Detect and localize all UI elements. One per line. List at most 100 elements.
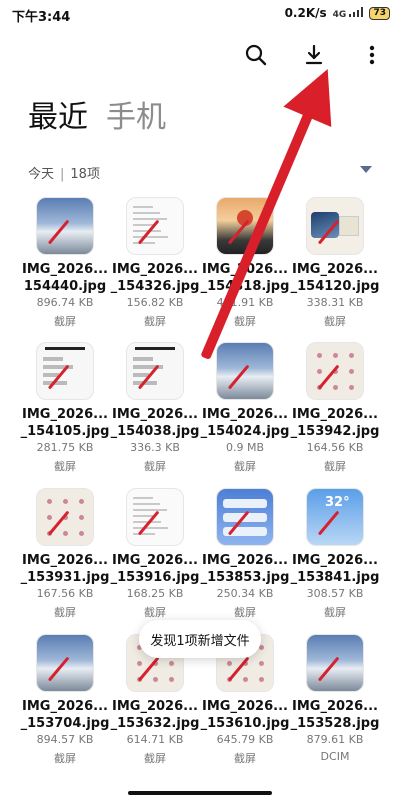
file-item[interactable]: IMG_2026... _153528.jpg 879.61 KB DCIM [290, 634, 380, 763]
thumb-dot [63, 499, 68, 504]
new-file-toast[interactable]: 发现1项新增文件 [139, 620, 261, 658]
file-name-ext: _154038.jpg [110, 424, 200, 439]
thumb-line [133, 509, 167, 511]
more-button[interactable] [360, 40, 384, 70]
signal-bars-icon [349, 6, 364, 17]
thumb-line [133, 497, 153, 499]
file-size: 614.71 KB [126, 733, 184, 746]
file-size: 168.25 KB [126, 587, 184, 600]
thumb-dot [47, 499, 52, 504]
thumb-line [133, 242, 155, 244]
file-name: IMG_2026... [112, 553, 198, 568]
file-item[interactable]: IMG_2026... _153942.jpg 164.56 KB 截屏 [290, 342, 380, 474]
thumb-block [43, 357, 63, 361]
file-name-ext: _154318.jpg [200, 279, 290, 294]
thumb-dot [79, 499, 84, 504]
file-size: 0.9 MB [225, 441, 265, 454]
search-icon [245, 44, 267, 66]
thumb-dot [169, 677, 174, 682]
file-item[interactable]: IMG_2026... _154105.jpg 281.75 KB 截屏 [20, 342, 110, 474]
thumb-block [133, 357, 153, 361]
thumb-line [133, 503, 160, 505]
file-name: IMG_2026... [292, 553, 378, 568]
thumb-arrow [317, 510, 340, 536]
file-item[interactable]: IMG_2026... _154038.jpg 336.3 KB 截屏 [110, 342, 200, 474]
thumb-line [133, 236, 168, 238]
file-source: 截屏 [144, 752, 166, 765]
tab-recent[interactable]: 最近 [28, 92, 88, 136]
file-name: IMG_2026... [112, 262, 198, 277]
file-name-ext: _153916.jpg [110, 570, 200, 585]
file-name-ext: _153528.jpg [290, 716, 380, 731]
file-size: 338.31 KB [306, 296, 364, 309]
file-thumbnail [36, 197, 94, 255]
file-item[interactable]: IMG_2026... _153704.jpg 894.57 KB 截屏 [20, 634, 110, 766]
thumb-line [133, 527, 168, 529]
collapse-arrow-icon[interactable] [360, 166, 372, 173]
file-source: 截屏 [324, 315, 346, 328]
home-indicator[interactable] [128, 791, 272, 795]
thumb-dot [169, 661, 174, 666]
file-size: 156.82 KB [126, 296, 184, 309]
file-item[interactable]: IMG_2026... _153931.jpg 167.56 KB 截屏 [20, 488, 110, 620]
file-name: IMG_2026... [202, 407, 288, 422]
file-name-ext: _153942.jpg [290, 424, 380, 439]
file-source: 截屏 [234, 752, 256, 765]
file-name-ext: _154120.jpg [290, 279, 380, 294]
thumb-line [133, 212, 160, 214]
file-thumbnail [126, 488, 184, 546]
thumb-bar [45, 347, 85, 350]
signal-label: 4G [332, 9, 347, 20]
file-name: IMG_2026... [202, 553, 288, 568]
file-item[interactable]: IMG_2026... 154440.jpg 896.74 KB 截屏 [20, 197, 110, 329]
thumb-dot [317, 369, 322, 374]
file-name: IMG_2026... [292, 699, 378, 714]
file-name: IMG_2026... [202, 699, 288, 714]
thumb-line [133, 218, 167, 220]
file-size: 896.74 KB [36, 296, 94, 309]
thumb-dot [333, 353, 338, 358]
file-name-ext: _153632.jpg [110, 716, 200, 731]
thumb-dot [79, 515, 84, 520]
file-source: 截屏 [324, 606, 346, 619]
file-name-ext: 154440.jpg [23, 279, 107, 294]
file-item[interactable]: IMG_2026... _154326.jpg 156.82 KB 截屏 [110, 197, 200, 329]
thumb-line [133, 206, 153, 208]
file-item[interactable]: IMG_2026... _154024.jpg 0.9 MB 截屏 [200, 342, 290, 474]
thumb-dot [259, 661, 264, 666]
search-button[interactable] [244, 40, 268, 70]
thumb-dot [79, 531, 84, 536]
file-thumbnail [126, 197, 184, 255]
file-item[interactable]: IMG_2026... _153916.jpg 168.25 KB 截屏 [110, 488, 200, 620]
thumb-dot [137, 661, 142, 666]
file-name: IMG_2026... [22, 407, 108, 422]
file-name: IMG_2026... [112, 699, 198, 714]
signal-icon: 4G [332, 6, 364, 20]
file-source: 截屏 [234, 606, 256, 619]
thumb-dot [349, 353, 354, 358]
file-size: 894.57 KB [36, 733, 94, 746]
file-size: 308.57 KB [306, 587, 364, 600]
thumb-dot [333, 385, 338, 390]
file-source: 截屏 [144, 606, 166, 619]
file-size: 281.75 KB [36, 441, 94, 454]
file-thumbnail [36, 342, 94, 400]
thumb-line [133, 533, 155, 535]
thumb-dot [153, 677, 158, 682]
file-thumbnail [216, 342, 274, 400]
file-item[interactable]: IMG_2026... _154120.jpg 338.31 KB 截屏 [290, 197, 380, 329]
thumb-dot [243, 677, 248, 682]
file-name: IMG_2026... [292, 407, 378, 422]
file-thumbnail [216, 488, 274, 546]
view-tabs: 最近 手机 [28, 92, 166, 136]
group-header: 今天 | 18项 [28, 163, 100, 182]
tab-phone[interactable]: 手机 [106, 92, 166, 136]
thumb-dot [259, 677, 264, 682]
file-name-ext: _154326.jpg [110, 279, 200, 294]
file-item[interactable]: 32° IMG_2026... _153841.jpg 308.57 KB 截屏 [290, 488, 380, 620]
file-item[interactable]: IMG_2026... _153853.jpg 250.34 KB 截屏 [200, 488, 290, 620]
thumb-panel [339, 216, 359, 236]
thumb-dot [47, 515, 52, 520]
file-size: 451.91 KB [216, 296, 274, 309]
file-thumbnail [36, 634, 94, 692]
